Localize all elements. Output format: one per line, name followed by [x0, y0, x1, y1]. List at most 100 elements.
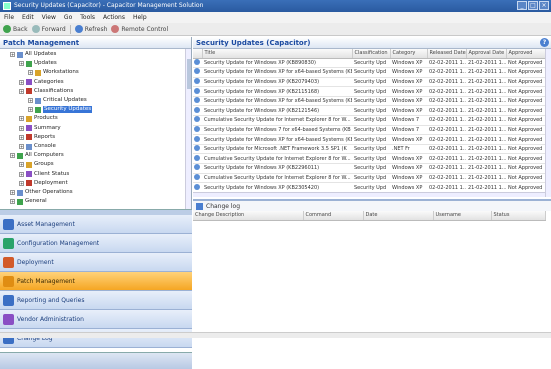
change-log-column-header[interactable]: Username: [433, 211, 492, 221]
column-header[interactable]: Title: [202, 49, 353, 59]
expand-icon[interactable]: +: [10, 52, 15, 57]
tree-item[interactable]: + Deployment: [19, 180, 68, 187]
tree-item[interactable]: + Reports: [19, 134, 55, 141]
tree-item[interactable]: + Classifications: [19, 88, 73, 95]
expand-icon[interactable]: +: [19, 171, 24, 177]
change-log-column-header[interactable]: Status: [491, 211, 546, 221]
tree-item[interactable]: + Security Updates: [28, 106, 93, 114]
table-hscrollbar[interactable]: [193, 192, 545, 197]
tree-item[interactable]: + General: [10, 198, 47, 205]
table-row[interactable]: Security Update for Windows XP for x64-b…: [193, 134, 545, 145]
table-row[interactable]: Security Update for Windows XP (KB890830…: [193, 58, 545, 69]
table-row[interactable]: Security Update for Microsoft .NET Frame…: [193, 144, 545, 155]
right-pane-title-text: Security Updates (Capacitor): [196, 39, 311, 47]
nav-button[interactable]: Vendor Administration: [0, 310, 192, 329]
nav-overflow-bar[interactable]: [0, 352, 192, 369]
table-cell: Security Update for Windows 7 for x64-ba…: [202, 125, 352, 136]
table-row[interactable]: Security Update for Windows XP (KB229601…: [193, 163, 545, 174]
close-button[interactable]: ×: [539, 1, 549, 10]
expand-icon[interactable]: +: [19, 125, 24, 131]
tree-item[interactable]: + Updates: [19, 60, 57, 67]
nav-label: Vendor Administration: [17, 315, 84, 323]
nav-button[interactable]: Deployment: [0, 253, 192, 272]
expand-icon[interactable]: +: [19, 134, 24, 140]
tree-item[interactable]: + All Updates: [10, 51, 56, 58]
back-button[interactable]: Back: [3, 25, 28, 33]
expand-icon[interactable]: +: [10, 153, 15, 159]
change-log-column-header[interactable]: Date: [363, 211, 434, 221]
tree-item-label: All Updates: [25, 51, 57, 57]
expand-icon[interactable]: +: [19, 162, 24, 168]
table-row[interactable]: Security Update for Windows XP (KB230542…: [193, 182, 545, 193]
tree-item[interactable]: + Client Status: [19, 171, 69, 178]
table-row[interactable]: Cumulative Security Update for Internet …: [193, 153, 545, 165]
expand-icon[interactable]: +: [10, 190, 15, 195]
column-header[interactable]: Released Date: [427, 49, 467, 59]
table-scrollbar[interactable]: [545, 49, 551, 197]
help-icon[interactable]: ?: [540, 38, 549, 47]
update-icon: [194, 135, 200, 142]
expand-icon[interactable]: +: [19, 180, 24, 186]
tree-item[interactable]: + Other Operations: [10, 189, 73, 196]
tree-item[interactable]: + Products: [19, 115, 58, 122]
menu-edit[interactable]: Edit: [22, 12, 34, 23]
table-row[interactable]: Security Update for Windows 7 for x64-ba…: [193, 125, 545, 136]
tree-item-label: Categories: [34, 78, 64, 85]
expand-icon[interactable]: +: [19, 88, 24, 94]
nav-button[interactable]: Configuration Management: [0, 234, 192, 253]
nav-button[interactable]: Patch Management: [0, 272, 192, 291]
nav-button[interactable]: Asset Management: [0, 215, 192, 234]
expand-icon[interactable]: +: [19, 144, 24, 149]
tree-item-label: Products: [34, 115, 58, 122]
tree-item[interactable]: + All Computers: [10, 152, 64, 159]
expand-icon[interactable]: +: [28, 70, 33, 76]
forward-button[interactable]: Forward: [31, 25, 66, 33]
tree-item[interactable]: + Summary: [19, 125, 61, 132]
expand-icon[interactable]: +: [19, 79, 24, 85]
row-icon-cell: [193, 173, 202, 184]
menu-file[interactable]: File: [4, 12, 14, 23]
refresh-button[interactable]: Refresh: [74, 25, 107, 33]
column-header[interactable]: Classification: [352, 49, 391, 59]
tree-scrollbar[interactable]: [185, 49, 191, 209]
table-row[interactable]: Security Update for Windows XP for x64-b…: [193, 67, 545, 78]
table-row[interactable]: Security Update for Windows XP (KB207940…: [193, 77, 545, 88]
table-cell: Not Approved: [506, 182, 545, 193]
tree-item[interactable]: + Groups: [19, 161, 54, 168]
column-header-icon[interactable]: [193, 49, 203, 59]
expand-icon[interactable]: +: [19, 116, 24, 122]
table-cell: 02-02-2011 1...: [427, 144, 466, 155]
table-row[interactable]: Security Update for Windows XP (KB211516…: [193, 86, 545, 97]
table-cell: 02-02-2011 1...: [427, 115, 466, 126]
tree-item[interactable]: + Critical Updates: [28, 97, 87, 104]
table-row[interactable]: Security Update for Windows XP for x64-b…: [193, 96, 545, 107]
update-icon: [194, 173, 200, 180]
table-row[interactable]: Cumulative Security Update for Internet …: [193, 173, 545, 184]
expand-icon[interactable]: +: [10, 199, 15, 205]
column-header[interactable]: Approved: [506, 49, 546, 59]
tree-item[interactable]: + Console: [19, 143, 56, 150]
expand-icon[interactable]: +: [19, 61, 24, 67]
maximize-button[interactable]: □: [528, 1, 538, 10]
column-header[interactable]: Approval Date: [466, 49, 507, 59]
table-row[interactable]: Cumulative Security Update for Internet …: [193, 115, 545, 126]
column-header[interactable]: Category: [390, 49, 428, 59]
expand-icon[interactable]: +: [28, 98, 33, 103]
table-row[interactable]: Security Update for Windows XP (KB212154…: [193, 105, 545, 117]
menu-go[interactable]: Go: [64, 12, 72, 23]
minimize-button[interactable]: _: [517, 1, 527, 10]
change-log-column-header[interactable]: Command: [303, 211, 364, 221]
nav-button[interactable]: Reporting and Queries: [0, 291, 192, 310]
menu-view[interactable]: View: [42, 12, 56, 23]
update-icon: [194, 125, 200, 132]
tree-item[interactable]: + Workstations: [28, 69, 79, 76]
expand-icon[interactable]: +: [28, 107, 33, 113]
tree-scroll-thumb[interactable]: [187, 59, 191, 89]
menu-actions[interactable]: Actions: [103, 12, 125, 23]
menu-tools[interactable]: Tools: [80, 12, 95, 23]
tree-item[interactable]: + Categories: [19, 79, 64, 86]
remote-control-button[interactable]: Remote Control: [111, 25, 168, 33]
change-log-column-header[interactable]: Change Description: [193, 211, 304, 221]
menu-help[interactable]: Help: [133, 12, 147, 23]
table-cell: Cumulative Security Update for Internet …: [202, 173, 352, 184]
